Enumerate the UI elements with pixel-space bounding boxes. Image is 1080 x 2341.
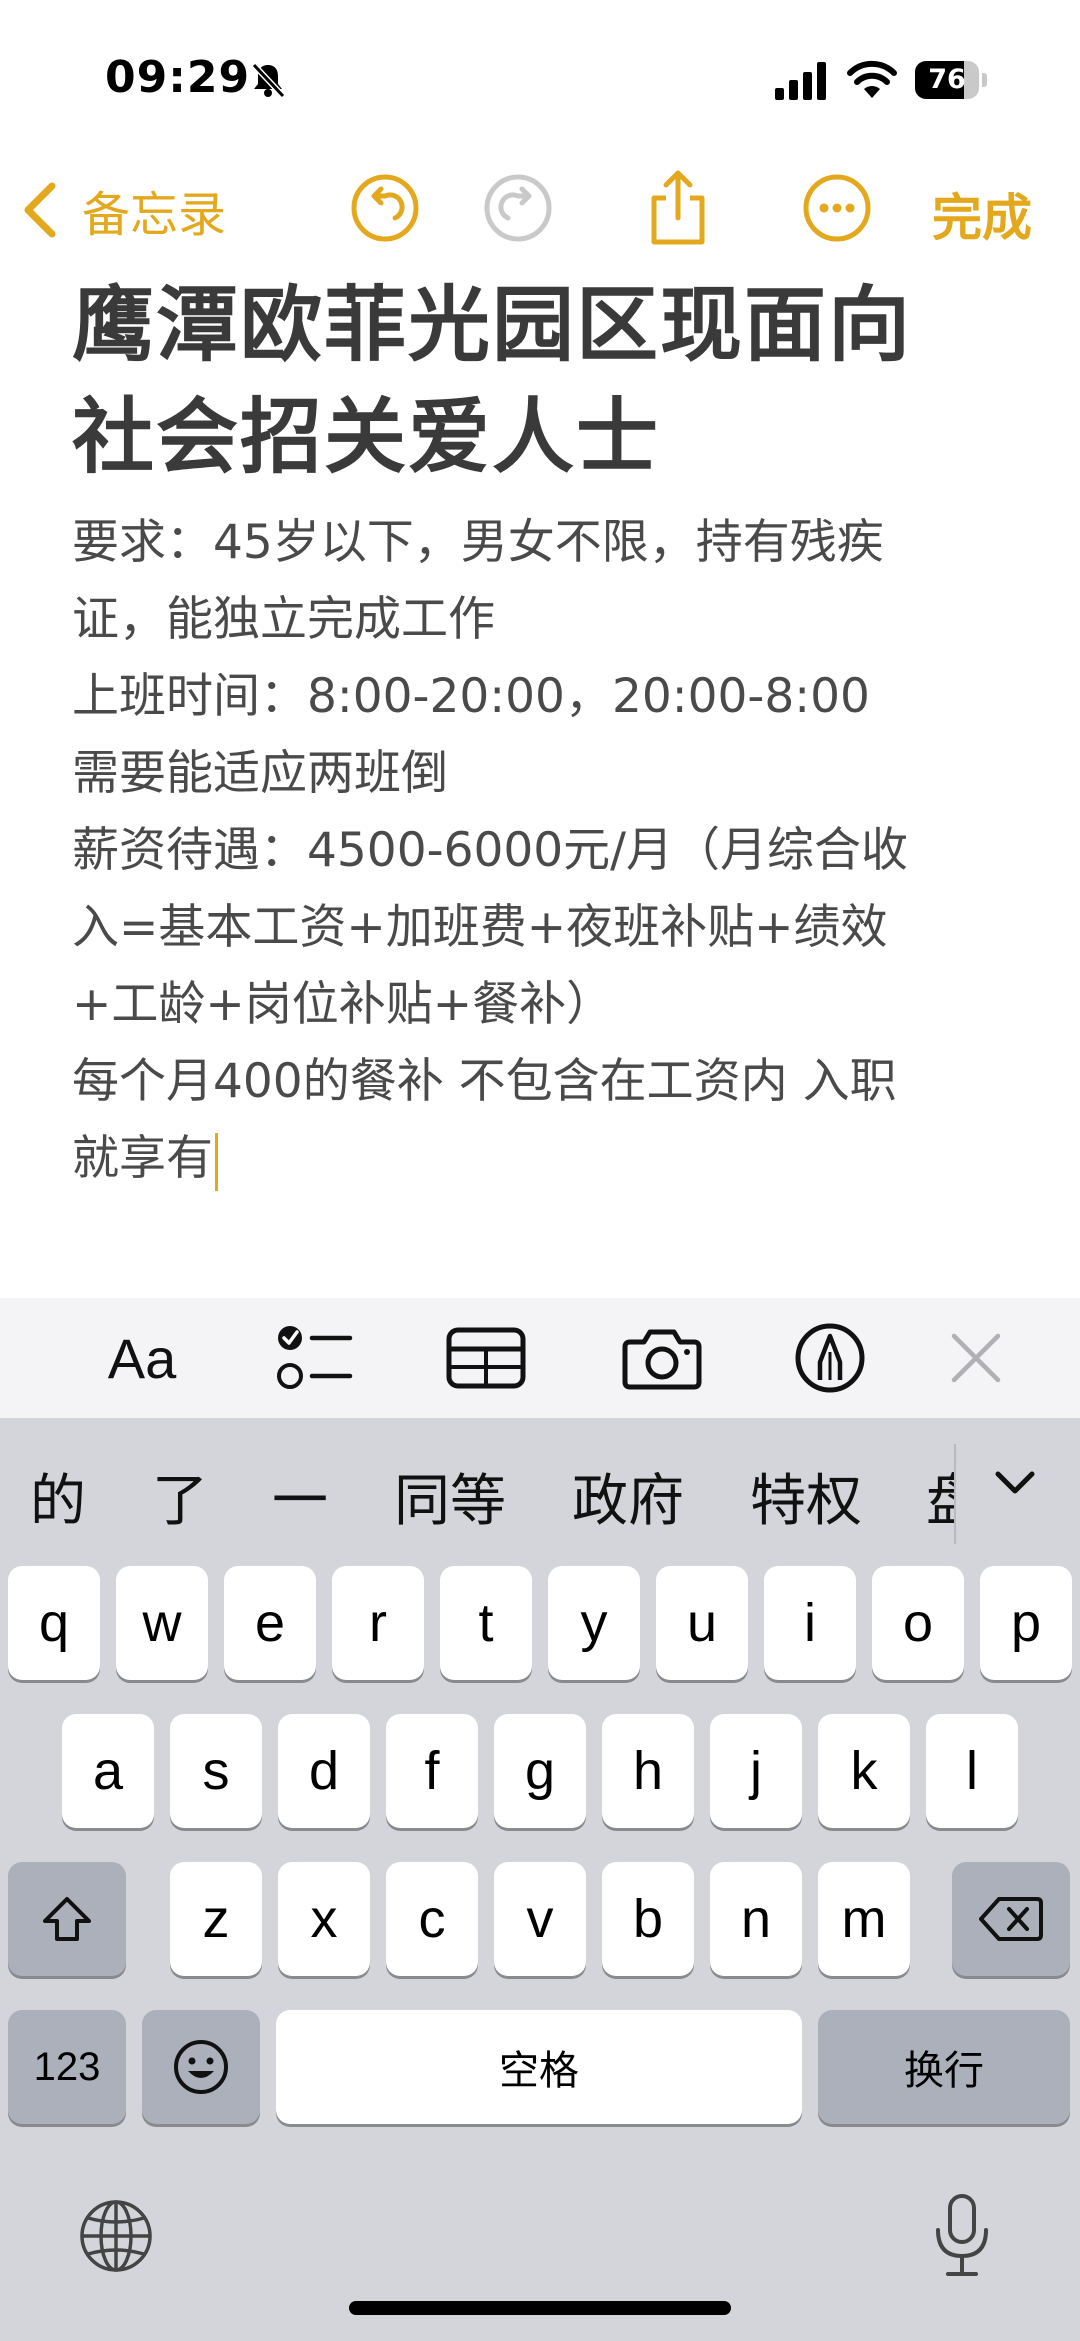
note-body-line: 上班时间：8:00-20:00，20:00-8:00 (72, 669, 870, 724)
key-i[interactable]: i (764, 1566, 856, 1680)
keyboard: 的 了 一 同等 政府 特权 盘 q w e r t y u i o p a s… (0, 1418, 1080, 2341)
shift-key[interactable] (8, 1862, 126, 1976)
key-h[interactable]: h (602, 1714, 694, 1828)
note-body-line: 要求：45岁以下，男女不限，持有残疾 (72, 515, 884, 570)
share-icon[interactable] (638, 168, 718, 248)
key-w[interactable]: w (116, 1566, 208, 1680)
key-v[interactable]: v (494, 1862, 586, 1976)
key-n[interactable]: n (710, 1862, 802, 1976)
chevron-down-icon[interactable] (990, 1458, 1040, 1508)
table-icon[interactable] (446, 1320, 526, 1396)
candidate-divider (954, 1444, 956, 1544)
back-button[interactable]: 备忘录 (20, 170, 226, 250)
note-body-line: 证，能独立完成工作 (72, 592, 495, 647)
key-d[interactable]: d (278, 1714, 370, 1828)
note-body-line: 需要能适应两班倒 (72, 746, 448, 801)
done-button[interactable]: 完成 (932, 178, 1032, 250)
wifi-icon (847, 60, 897, 98)
candidate-word[interactable]: 一 (272, 1456, 328, 1537)
key-a[interactable]: a (62, 1714, 154, 1828)
status-bar: 09:29 76 (0, 0, 1080, 150)
key-m[interactable]: m (818, 1862, 910, 1976)
camera-icon[interactable] (622, 1320, 702, 1396)
back-label: 备忘录 (82, 187, 227, 243)
key-r[interactable]: r (332, 1566, 424, 1680)
key-y[interactable]: y (548, 1566, 640, 1680)
note-title-line: 社会招关爱人士 (72, 390, 661, 485)
return-key[interactable]: 换行 (818, 2010, 1070, 2124)
note-title-line: 鹰潭欧菲光园区现面向 (72, 278, 913, 373)
note-body[interactable]: 要求：45岁以下，男女不限，持有残疾 证，能独立完成工作 上班时间：8:00-2… (72, 504, 1032, 1197)
key-l[interactable]: l (926, 1714, 1018, 1828)
battery-percent: 76 (928, 64, 966, 95)
bell-slash-icon (251, 62, 286, 99)
note-body-line: 每个月400的餐补 不包含在工资内 入职 (72, 1054, 897, 1109)
key-e[interactable]: e (224, 1566, 316, 1680)
candidate-word[interactable]: 政府 (572, 1456, 684, 1537)
space-key[interactable]: 空格 (276, 2010, 802, 2124)
note-body-line: 薪资待遇：4500-6000元/月（月综合收 (72, 823, 909, 878)
key-f[interactable]: f (386, 1714, 478, 1828)
note-editor[interactable]: 鹰潭欧菲光园区现面向 社会招关爱人士 要求：45岁以下，男女不限，持有残疾 证，… (72, 270, 1032, 1197)
microphone-icon[interactable] (922, 2190, 1002, 2280)
candidate-word[interactable]: 同等 (394, 1456, 506, 1537)
cellular-signal-icon (775, 62, 826, 100)
undo-icon[interactable] (345, 168, 425, 248)
candidate-word[interactable]: 的 (30, 1456, 86, 1537)
key-k[interactable]: k (818, 1714, 910, 1828)
note-body-line: +工龄+岗位补贴+餐补） (72, 977, 614, 1032)
key-s[interactable]: s (170, 1714, 262, 1828)
note-toolbar: 备忘录 完成 (0, 150, 1080, 270)
key-b[interactable]: b (602, 1862, 694, 1976)
emoji-icon (174, 2040, 228, 2094)
globe-icon[interactable] (76, 2196, 156, 2276)
format-toolbar: Aa (0, 1298, 1080, 1418)
key-x[interactable]: x (278, 1862, 370, 1976)
candidate-word[interactable]: 盘 (926, 1456, 954, 1537)
key-j[interactable]: j (710, 1714, 802, 1828)
key-p[interactable]: p (980, 1566, 1072, 1680)
key-z[interactable]: z (170, 1862, 262, 1976)
emoji-key[interactable] (142, 2010, 260, 2124)
battery-indicator: 76 (915, 61, 987, 99)
text-format-button[interactable]: Aa (102, 1320, 182, 1396)
shift-arrow-icon (43, 1897, 91, 1941)
key-t[interactable]: t (440, 1566, 532, 1680)
delete-key[interactable] (952, 1862, 1070, 1976)
checklist-icon[interactable] (274, 1320, 354, 1396)
markup-pen-icon[interactable] (790, 1320, 870, 1396)
note-body-line: 就享有 (72, 1131, 213, 1186)
key-g[interactable]: g (494, 1714, 586, 1828)
note-body-line: 入=基本工资+加班费+夜班补贴+绩效 (72, 900, 888, 955)
candidate-word[interactable]: 特权 (750, 1456, 862, 1537)
chevron-left-icon (24, 182, 56, 238)
more-options-icon[interactable] (797, 168, 877, 248)
note-title[interactable]: 鹰潭欧菲光园区现面向 社会招关爱人士 (72, 270, 1032, 494)
text-format-label: Aa (107, 1326, 177, 1390)
text-cursor (215, 1132, 218, 1191)
backspace-icon (979, 1897, 1043, 1941)
home-indicator (349, 2301, 731, 2315)
key-q[interactable]: q (8, 1566, 100, 1680)
candidate-bar: 的 了 一 同等 政府 特权 盘 (0, 1418, 1080, 1548)
status-time: 09:29 (105, 52, 251, 103)
redo-icon[interactable] (478, 168, 558, 248)
close-format-icon[interactable] (936, 1320, 1016, 1396)
numbers-key[interactable]: 123 (8, 2010, 126, 2124)
candidate-word[interactable]: 了 (152, 1456, 208, 1537)
key-c[interactable]: c (386, 1862, 478, 1976)
key-o[interactable]: o (872, 1566, 964, 1680)
key-u[interactable]: u (656, 1566, 748, 1680)
